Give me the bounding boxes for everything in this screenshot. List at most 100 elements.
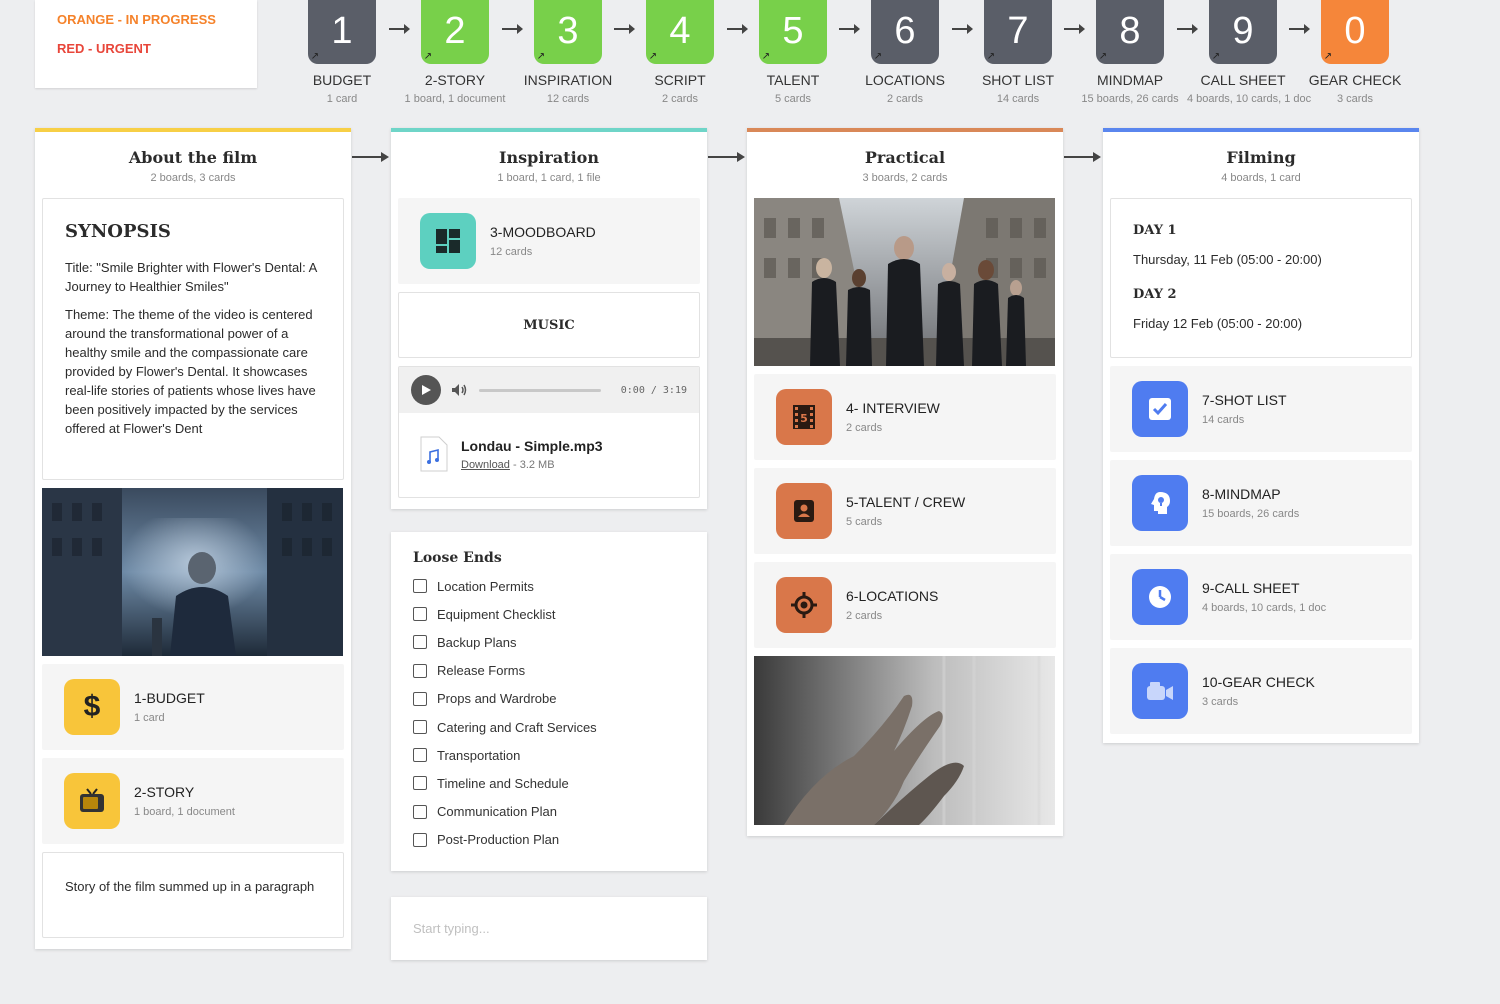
checklist-item[interactable]: Communication Plan [413, 798, 685, 826]
step-budget[interactable]: 1 ↗ BUDGET 1 card [286, 0, 398, 105]
crew-walking-image[interactable] [754, 198, 1056, 366]
story-board-card[interactable]: 2-STORY 1 board, 1 document [42, 758, 344, 844]
summary-note[interactable]: Story of the film summed up in a paragra… [42, 852, 344, 938]
synopsis-theme: Theme: The theme of the video is centere… [65, 307, 316, 436]
checkbox[interactable] [413, 776, 427, 791]
arrow-icon [1064, 152, 1101, 162]
checklist-item[interactable]: Backup Plans [413, 628, 685, 656]
step-call-sheet[interactable]: 9 ↗ CALL SHEET 4 boards, 10 cards, 1 doc [1187, 0, 1311, 105]
arrow-icon [1289, 24, 1310, 34]
day1-time: Thursday, 11 Feb (05:00 - 20:00) [1133, 252, 1322, 267]
day2-time: Friday 12 Feb (05:00 - 20:00) [1133, 316, 1303, 331]
crosshair-icon [776, 577, 832, 633]
step-locations[interactable]: 6 ↗ LOCATIONS 2 cards [849, 0, 961, 105]
clock-icon [1132, 569, 1188, 625]
mindmap-board-card[interactable]: 8-MINDMAP 15 boards, 26 cards [1110, 460, 1412, 546]
play-icon[interactable] [411, 375, 441, 405]
volume-icon[interactable] [451, 383, 469, 397]
link-arrow-icon: ↗ [1323, 51, 1333, 62]
dollar-icon: $ [64, 679, 120, 735]
column-title: Filming [1226, 148, 1296, 167]
moodboard-icon [420, 213, 476, 269]
legend-note[interactable]: ORANGE - IN PROGRESS RED - URGENT [35, 0, 257, 88]
arrow-icon [839, 24, 860, 34]
head-idea-icon [1132, 475, 1188, 531]
synopsis-note[interactable]: SYNOPSIS Title: "Smile Brighter with Flo… [42, 198, 344, 480]
column-title: About the film [128, 148, 258, 167]
film-still-image[interactable] [42, 488, 344, 656]
checkbox[interactable] [413, 635, 427, 650]
checkbox[interactable] [413, 832, 427, 847]
arrow-icon [614, 24, 635, 34]
checklist-item[interactable]: Release Forms [413, 657, 685, 685]
column-subtitle: 2 boards, 3 cards [150, 172, 236, 184]
process-steps: 1 ↗ BUDGET 1 card 2 ↗ 2-STORY 1 board, 1 d… [286, 0, 1426, 115]
shot-list-board-card[interactable]: 7-SHOT LIST 14 cards [1110, 366, 1412, 452]
checkbox[interactable] [413, 579, 427, 594]
music-note[interactable]: MUSIC [398, 292, 700, 358]
legend-red: RED - URGENT [57, 41, 151, 56]
checkbox[interactable] [413, 720, 427, 735]
link-arrow-icon: ↗ [1211, 51, 1221, 62]
checklist-item[interactable]: Props and Wardrobe [413, 685, 685, 713]
checkbox[interactable] [413, 748, 427, 763]
step-talent[interactable]: 5 ↗ TALENT 5 cards [737, 0, 849, 105]
checklist-item[interactable]: Catering and Craft Services [413, 713, 685, 741]
link-arrow-icon: ↗ [873, 51, 883, 62]
video-camera-icon [1132, 663, 1188, 719]
locations-board-card[interactable]: 6-LOCATIONS 2 cards [754, 562, 1056, 648]
arrow-icon [502, 24, 523, 34]
schedule-note[interactable]: DAY 1 Thursday, 11 Feb (05:00 - 20:00) D… [1110, 198, 1412, 358]
column-practical[interactable]: Practical 3 boards, 2 cards 5 4- INTERVI… [747, 128, 1063, 836]
link-arrow-icon: ↗ [536, 51, 546, 62]
checklist-item[interactable]: Transportation [413, 741, 685, 769]
arrow-icon [389, 24, 410, 34]
step-story[interactable]: 2 ↗ 2-STORY 1 board, 1 document [399, 0, 511, 105]
progress-track[interactable] [479, 388, 601, 392]
column-inspiration[interactable]: Inspiration 1 board, 1 card, 1 file 3-MO… [391, 128, 707, 509]
checkbox[interactable] [413, 804, 427, 819]
step-gear-check[interactable]: 0 ↗ GEAR CHECK 3 cards [1299, 0, 1411, 105]
checkbox[interactable] [413, 607, 427, 622]
audio-player[interactable]: 0:00 / 3:19 [399, 367, 699, 413]
talent-crew-board-card[interactable]: 5-TALENT / CREW 5 cards [754, 468, 1056, 554]
step-mindmap[interactable]: 8 ↗ MINDMAP 15 boards, 26 cards [1074, 0, 1186, 105]
column-title: Practical [864, 148, 946, 167]
arrow-icon [952, 24, 973, 34]
interview-board-card[interactable]: 5 4- INTERVIEW 2 cards [754, 374, 1056, 460]
step-script[interactable]: 4 ↗ SCRIPT 2 cards [624, 0, 736, 105]
column-subtitle: 1 board, 1 card, 1 file [497, 172, 601, 184]
column-subtitle: 3 boards, 2 cards [862, 172, 948, 184]
arrow-icon [727, 24, 748, 34]
file-name: Londau - Simple.mp3 [461, 437, 603, 454]
checklist-item[interactable]: Equipment Checklist [413, 600, 685, 628]
hands-image[interactable] [754, 656, 1056, 825]
checklist-item[interactable]: Location Permits [413, 572, 685, 600]
loose-ends-checklist[interactable]: Loose Ends Location Permits Equipment Ch… [391, 532, 707, 871]
checkbox[interactable] [413, 663, 427, 678]
checklist-item[interactable]: Post-Production Plan [413, 826, 685, 854]
budget-board-card[interactable]: $ 1-BUDGET 1 card [42, 664, 344, 750]
audio-file-card[interactable]: 0:00 / 3:19 Londau - Simple.mp3 Download… [398, 366, 700, 498]
link-arrow-icon: ↗ [648, 51, 658, 62]
synopsis-heading: SYNOPSIS [65, 221, 171, 242]
column-filming[interactable]: Filming 4 boards, 1 card DAY 1 Thursday,… [1103, 128, 1419, 743]
day1-heading: DAY 1 [1133, 223, 1177, 238]
player-time: 0:00 / 3:19 [620, 384, 687, 396]
column-title: Inspiration [499, 148, 599, 167]
checkbox[interactable] [413, 691, 427, 706]
download-link[interactable]: Download [461, 459, 510, 471]
music-file-icon [420, 436, 448, 472]
gear-check-board-card[interactable]: 10-GEAR CHECK 3 cards [1110, 648, 1412, 734]
checklist-item[interactable]: Timeline and Schedule [413, 769, 685, 797]
film-icon: 5 [776, 389, 832, 445]
new-note-input[interactable]: Start typing... [391, 897, 707, 960]
arrow-icon [352, 152, 389, 162]
moodboard-board-card[interactable]: 3-MOODBOARD 12 cards [398, 198, 700, 284]
call-sheet-board-card[interactable]: 9-CALL SHEET 4 boards, 10 cards, 1 doc [1110, 554, 1412, 640]
step-shot-list[interactable]: 7 ↗ SHOT LIST 14 cards [962, 0, 1074, 105]
link-arrow-icon: ↗ [761, 51, 771, 62]
column-about-the-film[interactable]: About the film 2 boards, 3 cards SYNOPSI… [35, 128, 351, 949]
step-inspiration[interactable]: 3 ↗ INSPIRATION 12 cards [512, 0, 624, 105]
arrow-icon [1064, 24, 1085, 34]
